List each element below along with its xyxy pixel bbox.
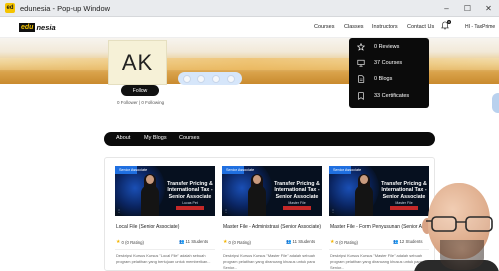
document-icon	[358, 75, 365, 83]
tab-about[interactable]: About	[116, 135, 130, 141]
stat-label: 0 Reviews	[374, 44, 400, 50]
instructor-photo	[355, 174, 373, 216]
course-thumbnail[interactable]: Senior Associate Transfer Pricing & Inte…	[115, 166, 215, 216]
thumbnail-tag: Senior Associate	[333, 168, 362, 172]
thumbnail-subtitle: Master File	[288, 201, 306, 205]
stat-label: 37 Courses	[374, 60, 403, 66]
course-title[interactable]: Local File (Senior Associate)	[116, 224, 216, 230]
students-text: 11 Students	[292, 239, 316, 244]
site-navbar: edu nesia Courses Classes Instructors Co…	[0, 17, 499, 38]
minimize-button[interactable]: –	[436, 0, 457, 17]
course-card[interactable]: Senior Associate Transfer Pricing & Inte…	[115, 166, 215, 271]
window-titlebar: ed edunesia - Pop-up Window – ☐ ✕	[0, 0, 499, 17]
social-link-icon[interactable]	[212, 75, 220, 83]
students-text: 11 Students	[185, 239, 209, 244]
divider	[222, 249, 322, 250]
course-rating: ★ 0 (0 Rating)	[330, 239, 358, 245]
monitor-icon	[357, 59, 365, 67]
tab-my-blogs[interactable]: My Blogs	[144, 135, 167, 141]
course-rating: ★ 0 (0 Rating)	[116, 239, 144, 245]
thumbnail-tag: Senior Associate	[119, 168, 148, 172]
thumbnail-badge	[176, 206, 204, 210]
profile-tabs: About My Blogs Courses	[104, 132, 435, 146]
window-controls: – ☐ ✕	[436, 0, 499, 17]
user-menu[interactable]: HI - TaxPrime	[465, 24, 495, 30]
tab-courses[interactable]: Courses	[179, 135, 199, 141]
stat-courses[interactable]: 37 Courses	[357, 59, 402, 67]
course-rating: ★ 0 (0 Rating)	[223, 239, 251, 245]
brand-logo[interactable]: edu nesia	[19, 22, 56, 32]
social-link-icon[interactable]	[183, 75, 191, 83]
more-options-icon[interactable]: ⋮	[331, 208, 335, 213]
more-options-icon[interactable]: ⋮	[117, 208, 121, 213]
star-icon: ★	[116, 239, 121, 245]
close-button[interactable]: ✕	[478, 0, 499, 17]
social-link-icon[interactable]	[197, 75, 205, 83]
webcam-overlay	[410, 178, 499, 271]
nav-link-instructors[interactable]: Instructors	[372, 24, 398, 30]
brand-prefix: edu	[19, 22, 36, 32]
course-card[interactable]: Senior Associate Transfer Pricing & Inte…	[222, 166, 322, 271]
thumbnail-tag: Senior Associate	[226, 168, 255, 172]
star-icon: ★	[330, 239, 335, 245]
course-students: 👥 11 Students	[179, 239, 209, 244]
nav-link-contact-us[interactable]: Contact Us	[407, 24, 434, 30]
stat-label: 0 Blogs	[374, 76, 393, 82]
star-icon: ★	[223, 239, 228, 245]
instructor-photo	[248, 174, 266, 216]
app-icon: ed	[5, 3, 15, 13]
follow-stats: 0 Follower | 0 Following	[117, 100, 165, 105]
rating-text: 0 (0 Rating)	[228, 239, 251, 245]
stat-certificates[interactable]: 33 Certificates	[357, 92, 409, 100]
avatar-initials: AK	[121, 49, 154, 75]
more-options-icon[interactable]: ⋮	[224, 208, 228, 213]
avatar: AK	[108, 40, 167, 85]
course-description: Deskripsi Kursus Kursus "Master File" ad…	[223, 253, 316, 270]
thumbnail-title: Transfer Pricing & International Tax - S…	[167, 181, 213, 200]
thumbnail-badge	[283, 206, 311, 210]
stat-blogs[interactable]: 0 Blogs	[357, 75, 392, 83]
thumbnail-subtitle: Lucas Pet	[182, 201, 198, 205]
stat-label: 33 Certificates	[374, 93, 410, 99]
course-students: 👥 11 Students	[286, 239, 316, 244]
course-description: Deskripsi Kursus Kursus "Local File" ada…	[116, 253, 211, 264]
glasses-icon	[426, 216, 493, 232]
follow-button[interactable]: Follow	[121, 85, 159, 96]
window-title: edunesia - Pop-up Window	[20, 3, 111, 13]
thumbnail-title: Transfer Pricing & International Tax - S…	[274, 181, 320, 200]
maximize-button[interactable]: ☐	[457, 0, 478, 17]
nav-link-classes[interactable]: Classes	[344, 24, 364, 30]
webcam-beard	[440, 240, 484, 270]
instructor-photo	[141, 174, 159, 216]
social-link-icon[interactable]	[227, 75, 235, 83]
brand-suffix: nesia	[36, 22, 56, 32]
nav-link-courses[interactable]: Courses	[314, 24, 334, 30]
stat-reviews[interactable]: 0 Reviews	[357, 43, 399, 51]
course-title[interactable]: Master File - Administrasi (Senior Assoc…	[223, 224, 323, 230]
profile-stats-card: 0 Reviews 37 Courses 0 Blogs 33 Certific…	[349, 38, 429, 108]
rating-text: 0 (0 Rating)	[121, 239, 144, 245]
side-scroll-handle[interactable]	[492, 93, 499, 113]
divider	[115, 249, 215, 250]
bookmark-icon	[358, 92, 364, 100]
star-outline-icon	[357, 43, 365, 51]
course-thumbnail[interactable]: Senior Associate Transfer Pricing & Inte…	[222, 166, 322, 216]
rating-text: 0 (0 Rating)	[335, 239, 358, 245]
notification-badge: 0	[447, 20, 451, 24]
